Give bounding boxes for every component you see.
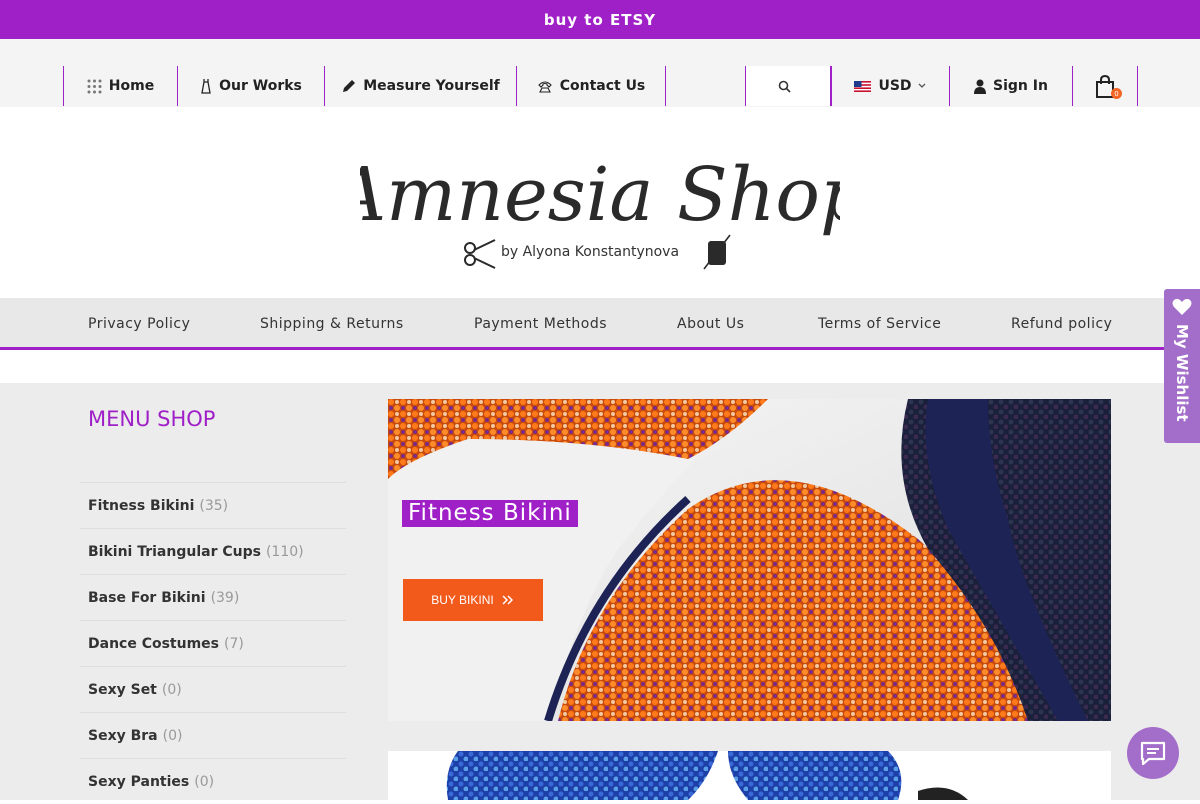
search-button[interactable]: [745, 66, 831, 106]
category-count: (35): [199, 497, 229, 514]
chat-icon: [1140, 741, 1166, 766]
buy-bikini-button[interactable]: BUY BIKINI: [403, 579, 543, 621]
heart-icon: [1172, 298, 1192, 315]
spool-icon: [703, 234, 731, 270]
category-count: (110): [265, 543, 304, 560]
category-count: (0): [162, 727, 183, 744]
buy-bikini-label: BUY BIKINI: [431, 593, 494, 607]
policy-nav: Privacy Policy Shipping & Returns Paymen…: [0, 298, 1200, 350]
category-count: (7): [224, 635, 244, 652]
nav-measure-yourself[interactable]: Measure Yourself: [324, 66, 516, 106]
search-icon: [778, 80, 791, 93]
category-label: Dance Costumes: [88, 635, 220, 652]
category-label: Fitness Bikini: [88, 497, 195, 514]
shipping-returns-link[interactable]: Shipping & Returns: [260, 316, 404, 332]
us-flag-icon: [854, 80, 872, 92]
category-label: Sexy Panties: [88, 773, 190, 790]
etsy-top-bar[interactable]: buy to ETSY: [0, 0, 1200, 39]
category-count: (0): [161, 681, 182, 698]
logo-wordmark: Amnesia Shop by Alyona Konstantynova: [327, 152, 867, 270]
currency-label: USD: [878, 78, 912, 94]
category-list: Fitness Bikini (35) Bikini Triangular Cu…: [80, 482, 346, 804]
category-item[interactable]: Dance Costumes (7): [80, 620, 346, 666]
nav-our-works-label: Our Works: [219, 78, 302, 94]
banner-image: [388, 399, 1111, 721]
dress-icon: [201, 79, 211, 94]
terms-of-service-link[interactable]: Terms of Service: [818, 316, 941, 332]
sidebar-title: MENU SHOP: [88, 407, 216, 431]
payment-methods-link[interactable]: Payment Methods: [474, 316, 607, 332]
nav-contact-label: Contact Us: [559, 78, 646, 94]
nav-measure-label: Measure Yourself: [363, 78, 500, 94]
chat-button[interactable]: [1127, 727, 1179, 779]
nav-home-label: Home: [108, 78, 155, 94]
category-item[interactable]: Sexy Bra (0): [80, 712, 346, 758]
shop-logo[interactable]: Amnesia Shop by Alyona Konstantynova: [327, 135, 867, 280]
privacy-policy-link[interactable]: Privacy Policy: [88, 316, 190, 332]
currency-selector[interactable]: USD: [831, 66, 949, 106]
category-count: (0): [194, 773, 215, 790]
category-item[interactable]: Fitness Bikini (35): [80, 482, 346, 528]
main-nav: Home Our Works Measure Yourself Contact …: [0, 39, 1200, 107]
grid-icon: [87, 79, 102, 93]
etsy-link[interactable]: buy to ETSY: [544, 11, 656, 29]
category-item[interactable]: Base For Bikini (39): [80, 574, 346, 620]
category-label: Bikini Triangular Cups: [88, 543, 261, 560]
nav-our-works[interactable]: Our Works: [177, 66, 324, 106]
double-chevron-right-icon: [502, 595, 513, 605]
logo-tagline: by Alyona Konstantynova: [501, 244, 679, 260]
category-label: Base For Bikini: [88, 589, 206, 606]
banner-second[interactable]: [388, 751, 1111, 800]
sign-in-label: Sign In: [993, 78, 1048, 94]
category-label: Sexy Set: [88, 681, 157, 698]
about-us-link[interactable]: About Us: [677, 316, 744, 332]
wishlist-tab[interactable]: My Wishlist: [1164, 289, 1200, 443]
category-count: (39): [210, 589, 240, 606]
logo-name: Amnesia Shop: [360, 152, 840, 238]
pencil-icon: [343, 79, 356, 92]
banner-title: Fitness Bikini: [402, 500, 578, 527]
category-item[interactable]: Sexy Set (0): [80, 666, 346, 712]
category-item[interactable]: Bikini Triangular Cups (110): [80, 528, 346, 574]
user-icon: [974, 79, 987, 94]
banner-fitness-bikini[interactable]: [388, 399, 1111, 721]
category-label: Sexy Bra: [88, 727, 158, 744]
cart-count-badge: 0: [1111, 88, 1122, 99]
nav-home[interactable]: Home: [63, 66, 177, 106]
category-item[interactable]: Sexy Panties (0): [80, 758, 346, 804]
scissors-icon: [464, 239, 496, 269]
phone-icon: [537, 80, 552, 93]
refund-policy-link[interactable]: Refund policy: [1011, 316, 1112, 332]
wishlist-label: My Wishlist: [1173, 324, 1191, 422]
banner-second-image: [388, 751, 1111, 800]
nav-contact-us[interactable]: Contact Us: [516, 66, 666, 106]
cart-button[interactable]: [1072, 66, 1138, 106]
chevron-down-icon: [918, 83, 925, 88]
sign-in-link[interactable]: Sign In: [949, 66, 1072, 106]
